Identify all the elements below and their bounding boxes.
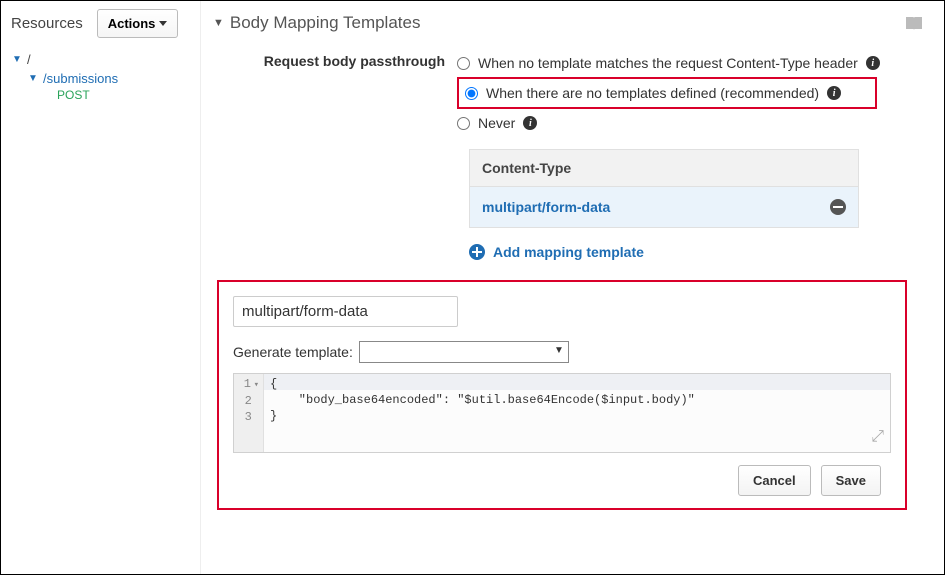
expand-icon[interactable]: ⤢: [871, 428, 884, 446]
actions-button[interactable]: Actions: [97, 9, 179, 38]
cancel-button[interactable]: Cancel: [738, 465, 811, 496]
code-editor[interactable]: 1▾ 2 3 { "body_base64encoded": "$util.ba…: [233, 373, 891, 453]
generate-template-label: Generate template:: [233, 344, 353, 360]
editor-code[interactable]: { "body_base64encoded": "$util.base64Enc…: [264, 374, 890, 452]
save-button[interactable]: Save: [821, 465, 881, 496]
info-icon[interactable]: i: [827, 86, 841, 100]
radio-input[interactable]: [457, 117, 470, 130]
docs-icon[interactable]: [904, 15, 924, 36]
info-icon[interactable]: i: [866, 56, 880, 70]
chevron-down-icon: [159, 21, 167, 26]
editor-buttons: Cancel Save: [233, 465, 891, 496]
add-mapping-label: Add mapping template: [493, 244, 644, 260]
twisty-icon[interactable]: ▼: [27, 73, 39, 84]
content-type-input[interactable]: [233, 296, 458, 327]
tree-root-row[interactable]: ▼ /: [11, 50, 190, 69]
passthrough-option-1[interactable]: When there are no templates defined (rec…: [457, 77, 877, 109]
twisty-icon[interactable]: ▼: [11, 54, 23, 65]
sidebar-header: Resources Actions: [11, 9, 190, 38]
passthrough-block: Request body passthrough When no templat…: [207, 51, 926, 135]
passthrough-options: When no template matches the request Con…: [457, 51, 926, 135]
radio-input[interactable]: [457, 57, 470, 70]
tree-root-label: /: [27, 52, 31, 67]
plus-icon[interactable]: [469, 244, 485, 260]
tree-child-label: /submissions: [43, 71, 118, 86]
tree-child-row[interactable]: ▼ /submissions: [11, 69, 190, 88]
template-editor-block: Generate template: 1▾ 2 3 { "body_base64…: [217, 280, 907, 510]
main-panel: ▼ Body Mapping Templates Request body pa…: [201, 1, 944, 574]
option-label: When there are no templates defined (rec…: [486, 85, 819, 101]
remove-icon[interactable]: [830, 199, 846, 215]
resource-tree: ▼ / ▼ /submissions POST: [11, 50, 190, 102]
resources-sidebar: Resources Actions ▼ / ▼ /submissions POS…: [1, 1, 201, 574]
content-type-table: Content-Type multipart/form-data: [469, 149, 859, 228]
content-type-header: Content-Type: [470, 150, 858, 187]
option-label: When no template matches the request Con…: [478, 55, 858, 71]
chevron-down-icon: ▼: [213, 17, 224, 29]
editor-gutter: 1▾ 2 3: [234, 374, 264, 452]
app-frame: Resources Actions ▼ / ▼ /submissions POS…: [0, 0, 945, 575]
content-type-value: multipart/form-data: [482, 199, 610, 215]
tree-method-label[interactable]: POST: [11, 88, 190, 102]
section-header[interactable]: ▼ Body Mapping Templates: [207, 13, 926, 33]
passthrough-option-2[interactable]: Never i: [457, 111, 926, 135]
actions-button-label: Actions: [108, 16, 156, 31]
option-label: Never: [478, 115, 515, 131]
sidebar-title: Resources: [11, 15, 83, 32]
section-title: Body Mapping Templates: [230, 13, 421, 33]
add-mapping-template[interactable]: Add mapping template: [469, 244, 926, 260]
passthrough-option-0[interactable]: When no template matches the request Con…: [457, 51, 926, 75]
radio-input[interactable]: [465, 87, 478, 100]
content-type-row[interactable]: multipart/form-data: [470, 187, 858, 227]
info-icon[interactable]: i: [523, 116, 537, 130]
passthrough-label: Request body passthrough: [257, 51, 457, 69]
generate-template-row: Generate template:: [233, 341, 891, 363]
generate-template-select[interactable]: [359, 341, 569, 363]
